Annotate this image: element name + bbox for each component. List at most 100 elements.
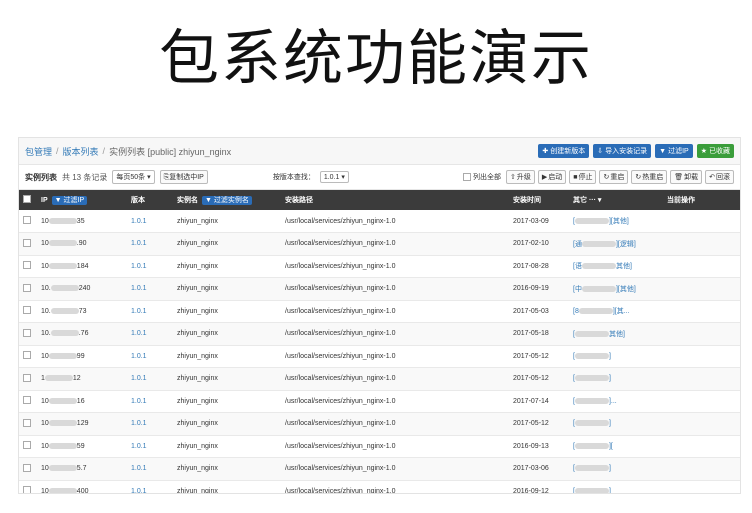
row-select[interactable] (19, 368, 37, 391)
row-version[interactable]: 1.0.1 (127, 390, 173, 413)
restart-button[interactable]: ↻重启 (599, 170, 629, 184)
row-select[interactable] (19, 390, 37, 413)
table-row[interactable]: 10 5.7 1.0.1 zhiyun_nginx/usr/local/service… (19, 457, 740, 481)
table-row[interactable]: 10 99 1.0.1 zhiyun_nginx/usr/local/services… (19, 345, 740, 368)
table-row[interactable]: 10 16 1.0.1 zhiyun_nginx/usr/local/services… (19, 390, 740, 413)
row-checkbox[interactable] (23, 283, 31, 292)
row-time: 2017-07-14 (513, 397, 549, 405)
row-version[interactable]: 1.0.1 (127, 435, 173, 458)
table-row[interactable]: 10 184 1.0.1 zhiyun_nginx/usr/local/service… (19, 255, 740, 278)
row-version[interactable]: 1.0.1 (127, 458, 173, 481)
redacted-mask (581, 263, 616, 270)
header-other[interactable]: 其它 ··· ▾ (569, 190, 663, 210)
table-row[interactable]: 10.90 1.0.1 zhiyun_nginx/usr/local/service… (19, 232, 740, 256)
row-select[interactable] (19, 323, 37, 346)
row-ops (663, 300, 740, 323)
import-records-button[interactable]: ⇩ 导入安装记录 (593, 144, 652, 158)
filter-ip-header-button[interactable]: ▼ 过滤IP (51, 196, 88, 205)
table-row[interactable]: 10 59 1.0.1 zhiyun_nginx/usr/local/services… (19, 435, 740, 458)
row-other[interactable]: [] (569, 368, 663, 391)
row-ip: 10 400 (41, 487, 89, 494)
create-version-button[interactable]: ✚ 创建新版本 (538, 144, 590, 158)
filter-ip-button[interactable]: ▼ 过滤IP (655, 144, 693, 158)
row-checkbox[interactable] (23, 441, 31, 450)
header-select-all[interactable] (19, 190, 37, 210)
breadcrumb-versions[interactable]: 版本列表 (63, 145, 99, 158)
hot-restart-button[interactable]: ↻热重启 (631, 170, 668, 184)
row-other[interactable]: []... (569, 390, 663, 413)
stop-button[interactable]: ■停止 (569, 170, 597, 184)
breadcrumb-root[interactable]: 包管理 (25, 145, 52, 158)
row-other[interactable]: [] (569, 458, 663, 481)
table-row[interactable]: 10 400 1.0.1 zhiyun_nginx/usr/local/service… (19, 480, 740, 494)
row-version[interactable]: 1.0.1 (127, 255, 173, 278)
row-other[interactable]: [] (569, 345, 663, 368)
redacted-mask (578, 308, 613, 315)
row-version[interactable]: 1.0.1 (127, 368, 173, 391)
breadcrumb-current: 实例列表 [public] zhiyun_nginx (109, 146, 232, 157)
table-row[interactable]: 1 12 1.0.1 zhiyun_nginx/usr/local/services/… (19, 367, 740, 391)
table-row[interactable]: 10. 73 1.0.1 zhiyun_nginx/usr/local/service… (19, 300, 740, 323)
row-select[interactable] (19, 210, 37, 233)
row-ops (663, 210, 740, 233)
row-select[interactable] (19, 480, 37, 493)
row-ip: 10 129 (41, 420, 89, 428)
upgrade-button[interactable]: ⇧升级 (505, 170, 535, 184)
row-checkbox[interactable] (23, 306, 31, 315)
row-version[interactable]: 1.0.1 (127, 480, 173, 493)
row-checkbox[interactable] (23, 238, 31, 247)
favorited-button[interactable]: ★ 已收藏 (696, 144, 734, 158)
copy-ip-button[interactable]: ⎘复制选中IP (159, 170, 208, 184)
table-row[interactable]: 10 129 1.0.1 zhiyun_nginx/usr/local/service… (19, 412, 740, 436)
redacted-mask (48, 442, 77, 449)
row-other[interactable]: [][ (569, 435, 663, 458)
redacted-mask (574, 218, 609, 225)
per-page-select[interactable]: 每页50条 ▾ (112, 170, 155, 184)
table-row[interactable]: 10. 240 1.0.1 zhiyun_nginx/usr/local/servic… (19, 277, 740, 301)
row-version[interactable]: 1.0.1 (127, 210, 173, 233)
row-other[interactable]: [][其他] (569, 210, 663, 233)
row-checkbox[interactable] (23, 328, 31, 337)
row-version[interactable]: 1.0.1 (127, 233, 173, 256)
list-all-toggle[interactable]: 列出全部 (462, 172, 501, 182)
row-checkbox[interactable] (23, 396, 31, 405)
row-other[interactable]: [中][其他] (569, 278, 663, 301)
row-select[interactable] (19, 278, 37, 301)
redacted-mask (48, 352, 77, 359)
row-version[interactable]: 1.0.1 (127, 413, 173, 436)
row-version[interactable]: 1.0.1 (127, 278, 173, 301)
row-version[interactable]: 1.0.1 (127, 345, 173, 368)
row-checkbox[interactable] (23, 486, 31, 493)
start-button[interactable]: ▶启动 (537, 170, 567, 184)
row-checkbox[interactable] (23, 418, 31, 427)
row-select[interactable] (19, 413, 37, 436)
row-other[interactable]: [通][逻辑] (569, 233, 663, 256)
row-select[interactable] (19, 233, 37, 256)
filter-name-header-button[interactable]: ▼ 过滤实例名 (202, 196, 252, 205)
redacted-mask (48, 262, 77, 269)
row-version[interactable]: 1.0.1 (127, 323, 173, 346)
uninstall-button[interactable]: 🗑卸载 (670, 170, 703, 184)
row-other[interactable]: [] (569, 480, 663, 493)
row-checkbox[interactable] (23, 216, 31, 224)
row-version[interactable]: 1.0.1 (127, 300, 173, 323)
header-checkbox[interactable] (23, 195, 31, 203)
list-all-checkbox[interactable] (462, 173, 471, 181)
row-other[interactable]: [] (569, 413, 663, 436)
row-select[interactable] (19, 255, 37, 278)
table-row[interactable]: 10. .76 1.0.1 zhiyun_nginx/usr/local/servic… (19, 322, 740, 346)
row-checkbox[interactable] (23, 463, 31, 472)
version-select[interactable]: 1.0.1 ▾ (319, 171, 349, 183)
row-other[interactable]: [8][其... (569, 300, 663, 323)
table-row[interactable]: 10 35 1.0.1 zhiyun_nginx/usr/local/services… (19, 210, 740, 233)
row-checkbox[interactable] (23, 373, 31, 382)
row-select[interactable] (19, 345, 37, 368)
row-other[interactable]: [语 其他] (569, 255, 663, 278)
row-other[interactable]: [其他] (569, 323, 663, 346)
row-select[interactable] (19, 458, 37, 481)
row-checkbox[interactable] (23, 351, 31, 360)
row-select[interactable] (19, 435, 37, 458)
row-checkbox[interactable] (23, 261, 31, 270)
rollback-button[interactable]: ↶回滚 (705, 170, 734, 184)
row-select[interactable] (19, 300, 37, 323)
